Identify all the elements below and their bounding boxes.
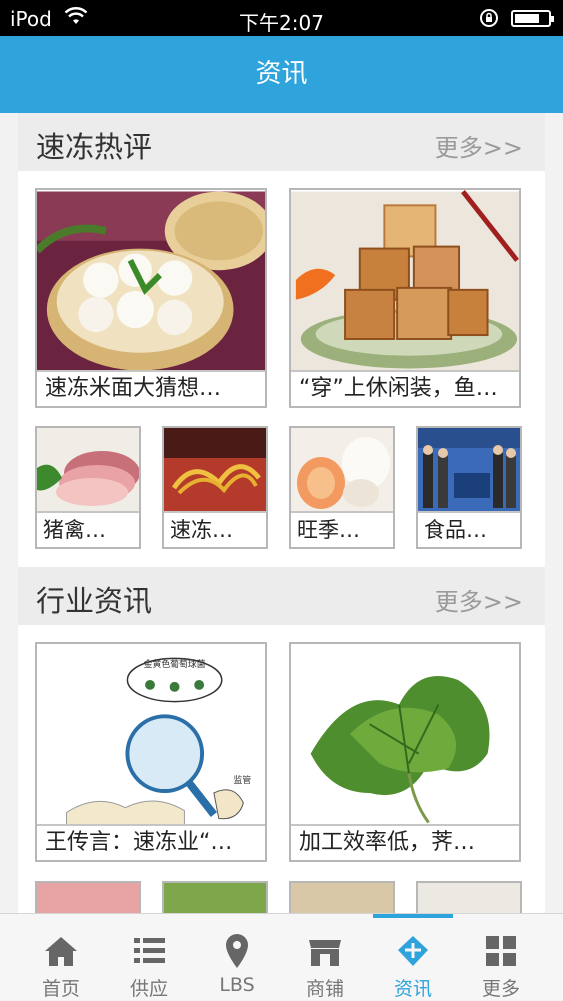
- news-card[interactable]: 猪禽…: [35, 426, 141, 549]
- news-caption: 速冻米面大猜想…: [37, 370, 265, 406]
- news-card[interactable]: [35, 881, 141, 913]
- tab-label: LBS: [219, 974, 255, 996]
- battery-icon: [511, 10, 554, 27]
- tab-supply[interactable]: 供应: [105, 914, 193, 1001]
- news-caption: 王传言：速冻业“…: [37, 824, 265, 860]
- news-caption: 猪禽…: [37, 511, 139, 547]
- section-industry-news: 行业资讯 更多>> 金黄色葡萄球菌 监管 王传言：速冻业“… 加工效率低，荠…: [18, 567, 545, 913]
- page-title: 资讯: [255, 59, 308, 89]
- tab-lbs[interactable]: LBS: [193, 914, 281, 1001]
- news-caption: 加工效率低，荠…: [291, 824, 519, 860]
- tab-label: 首页: [41, 978, 80, 1000]
- content-area[interactable]: 速冻热评 更多>> 速冻米面大猜想… “穿”上休闲装，鱼… 猪禽… 速冻… 旺季…: [0, 113, 563, 913]
- grid-icon: [486, 936, 516, 966]
- more-link[interactable]: 更多>>: [435, 582, 523, 617]
- section-title: 行业资讯: [36, 584, 153, 618]
- news-thumbnail: [164, 883, 266, 913]
- status-bar: iPod 下午2:07: [0, 0, 563, 36]
- news-thumbnail: [418, 428, 520, 513]
- shop-icon: [309, 940, 341, 966]
- home-icon: [45, 937, 77, 966]
- news-caption: 速冻…: [164, 511, 266, 547]
- nav-bar: 资讯: [0, 36, 563, 113]
- news-card[interactable]: 食品…: [416, 426, 522, 549]
- news-icon: [398, 936, 428, 966]
- tab-bar: 首页 供应 LBS 商铺 资讯 更多: [0, 913, 563, 1000]
- section-title: 速冻热评: [36, 130, 153, 164]
- tab-label: 资讯: [393, 978, 432, 1000]
- news-card[interactable]: [289, 881, 395, 913]
- rotation-lock-icon: [480, 9, 498, 27]
- tab-news[interactable]: 资讯: [369, 914, 457, 1001]
- section-header: 速冻热评 更多>>: [18, 113, 545, 171]
- section-header: 行业资讯 更多>>: [18, 567, 545, 625]
- tab-label: 商铺: [305, 978, 344, 1000]
- news-thumbnail: [418, 883, 520, 913]
- news-card[interactable]: “穿”上休闲装，鱼…: [289, 188, 521, 408]
- list-icon: [134, 938, 165, 963]
- news-thumbnail: [164, 428, 266, 513]
- location-pin-icon: [226, 934, 248, 968]
- tab-home[interactable]: 首页: [17, 914, 105, 1001]
- news-card[interactable]: 金黄色葡萄球菌 监管 王传言：速冻业“…: [35, 642, 267, 862]
- tab-label: 供应: [129, 978, 168, 1000]
- news-thumbnail: [291, 190, 519, 371]
- news-thumbnail: [291, 883, 393, 913]
- more-link[interactable]: 更多>>: [435, 128, 523, 163]
- news-card[interactable]: 加工效率低，荠…: [289, 642, 521, 862]
- news-card[interactable]: [416, 881, 522, 913]
- news-card[interactable]: 旺季…: [289, 426, 395, 549]
- cartoon-bubble-text: 金黄色葡萄球菌: [144, 658, 206, 670]
- news-thumbnail: 金黄色葡萄球菌 监管: [37, 645, 265, 825]
- news-card[interactable]: 速冻米面大猜想…: [35, 188, 267, 408]
- news-caption: 旺季…: [291, 511, 393, 547]
- news-thumbnail: [291, 645, 519, 825]
- news-card[interactable]: 速冻…: [162, 426, 268, 549]
- cartoon-label: 监管: [234, 774, 252, 786]
- news-caption: 食品…: [418, 511, 520, 547]
- tab-label: 更多: [481, 978, 520, 1000]
- tab-more[interactable]: 更多: [457, 914, 545, 1001]
- tab-shop[interactable]: 商铺: [281, 914, 369, 1001]
- section-frozen-reviews: 速冻热评 更多>> 速冻米面大猜想… “穿”上休闲装，鱼… 猪禽… 速冻… 旺季…: [18, 113, 545, 569]
- news-card[interactable]: [162, 881, 268, 913]
- news-caption: “穿”上休闲装，鱼…: [291, 370, 519, 406]
- news-thumbnail: [37, 883, 139, 913]
- news-thumbnail: [37, 191, 265, 371]
- news-thumbnail: [291, 428, 393, 513]
- news-thumbnail: [37, 428, 139, 513]
